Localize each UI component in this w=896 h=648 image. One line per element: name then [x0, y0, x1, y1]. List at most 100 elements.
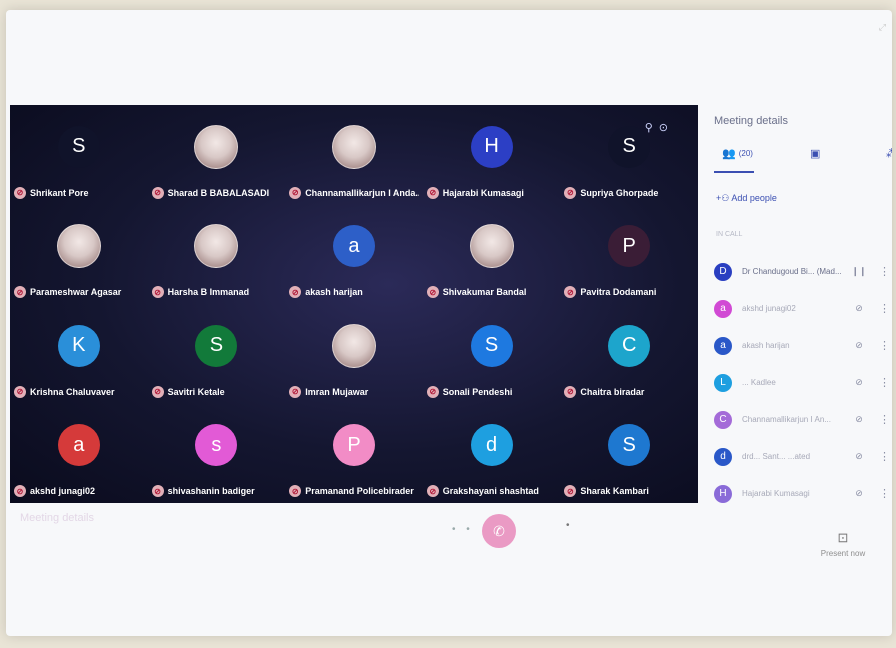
participant-tile[interactable]: a ⊘ akshd junagi02: [10, 404, 148, 504]
participant-nameplate: ⊘ Pramanand Policebirader: [289, 485, 419, 497]
participant-nameplate: ⊘ Savitri Ketale: [151, 385, 282, 398]
tab-activities[interactable]: ⁂: [886, 147, 892, 160]
meeting-details-panel: Meeting details 👥 (20) ▣ ⁂ +⚇ Add people…: [706, 105, 892, 515]
participant-name: Sharad B BABALASADI: [167, 187, 270, 198]
participant-tile[interactable]: a ⊘ akash harijan: [285, 205, 423, 305]
add-people-button[interactable]: +⚇ Add people: [716, 193, 777, 204]
participant-list-name: ... Kadlee: [742, 378, 776, 387]
mic-muted-icon: ⊘: [289, 385, 302, 398]
panel-title: Meeting details: [714, 115, 788, 127]
participant-row[interactable]: H Hajarabi Kumasagi ⊘ ⋮: [714, 475, 892, 512]
participant-avatar: d: [470, 424, 513, 467]
activities-icon: ⁂: [886, 147, 892, 160]
collapse-icon[interactable]: ⤢: [879, 22, 886, 33]
participant-tile[interactable]: S ⊘ Sharak Kambari: [560, 404, 698, 504]
participant-name: Harsha B Immanad: [167, 287, 250, 297]
pin-icon[interactable]: ⚲: [645, 121, 653, 134]
participant-nameplate: ⊘ Pavitra Dodamani: [564, 286, 694, 298]
participant-name: Chaitra biradar: [580, 386, 645, 397]
participant-nameplate: ⊘ Parameshwar Agasar: [14, 286, 144, 298]
participant-row[interactable]: d drd... Sant... ...ated ⊘ ⋮: [714, 438, 892, 475]
participant-tile[interactable]: ⊘ Parameshwar Agasar: [10, 205, 148, 305]
participant-list-name: akash harijan: [742, 341, 790, 350]
participant-name: shivashanin badiger: [167, 486, 255, 496]
more-options-icon[interactable]: ⋮: [879, 302, 890, 315]
more-icon[interactable]: ⊙: [659, 121, 668, 134]
more-options-icon[interactable]: ⋮: [879, 450, 890, 463]
mic-muted-icon: ⊘: [855, 340, 863, 350]
participant-name: Krishna Chaluvaver: [30, 386, 115, 397]
participant-photo: [331, 124, 376, 169]
participant-list-name: drd... Sant... ...ated: [742, 452, 811, 461]
mic-muted-icon: ⊘: [289, 186, 302, 199]
participant-nameplate: ⊘ Channamallikarjun I Anda...: [289, 186, 419, 199]
participant-tile[interactable]: C ⊘ Chaitra biradar: [560, 304, 698, 404]
participant-photo: [469, 224, 514, 269]
more-options-icon[interactable]: ⋮: [879, 265, 890, 278]
participant-nameplate: ⊘ Sharad B BABALASADI: [151, 186, 282, 199]
participant-row[interactable]: a akash harijan ⊘ ⋮: [714, 327, 892, 364]
present-now-button[interactable]: ⊡ Present now: [814, 530, 872, 558]
panel-tabs: 👥 (20) ▣ ⁂: [714, 147, 892, 177]
more-options-dot[interactable]: •: [566, 520, 570, 531]
participant-name: Shivakumar Bandal: [442, 287, 527, 297]
mic-muted-icon: ⊘: [151, 385, 164, 398]
participant-tile[interactable]: P ⊘ Pramanand Policebirader: [285, 404, 423, 504]
present-screen-icon: ⊡: [837, 530, 849, 545]
participant-list: D Dr Chandugoud Bi... (Mad... ❙❙ ⋮ a akshd ju…: [714, 253, 892, 512]
mic-muted-icon: ⊘: [426, 385, 439, 398]
participant-tile[interactable]: K ⊘ Krishna Chaluvaver: [10, 304, 148, 404]
participant-avatar: P: [332, 424, 375, 467]
participant-name: Parameshwar Agasar: [30, 287, 122, 297]
participant-name: Savitri Ketale: [167, 386, 225, 397]
more-options-icon[interactable]: ⋮: [879, 376, 890, 389]
participant-tile[interactable]: ⊘ Shivakumar Bandal: [423, 205, 561, 305]
participant-tile[interactable]: ⊘ Channamallikarjun I Anda...: [285, 105, 423, 205]
participant-tile[interactable]: S ⚲ ⊙ ⊘ Supriya Ghorpade: [560, 105, 698, 205]
mic-muted-icon: ⊘: [14, 485, 26, 497]
participant-tile[interactable]: H ⊘ Hajarabi Kumasagi: [423, 105, 561, 205]
participant-tile[interactable]: d ⊘ Grakshayani shashtad: [423, 404, 561, 504]
participant-tile[interactable]: S ⊘ Shrikant Pore: [10, 105, 148, 205]
participant-tile[interactable]: s ⊘ shivashanin badiger: [148, 404, 286, 504]
people-count: (20): [738, 149, 753, 158]
participant-list-avatar: D: [714, 262, 732, 281]
participant-list-name: Hajarabi Kumasagi: [742, 489, 810, 498]
mic-muted-icon: ⊘: [855, 414, 863, 424]
more-options-icon[interactable]: ⋮: [879, 487, 890, 500]
participant-row[interactable]: L ... Kadlee ⊘ ⋮: [714, 364, 892, 401]
participant-name: Pavitra Dodamani: [580, 287, 657, 297]
active-tab-indicator: [714, 171, 754, 173]
participant-avatar: a: [332, 225, 375, 268]
participant-list-avatar: a: [714, 336, 732, 355]
mic-muted-icon: ⊘: [855, 303, 863, 313]
participant-nameplate: ⊘ Sonali Pendeshi: [426, 385, 557, 398]
participant-row[interactable]: D Dr Chandugoud Bi... (Mad... ❙❙ ⋮: [714, 253, 892, 290]
meeting-details-link[interactable]: Meeting details: [20, 512, 94, 524]
participant-list-avatar: L: [714, 373, 732, 392]
more-options-icon[interactable]: ⋮: [879, 413, 890, 426]
present-now-label: Present now: [820, 549, 866, 558]
end-call-button[interactable]: ✆: [482, 514, 516, 548]
participant-avatar: P: [608, 225, 651, 268]
participant-tile[interactable]: P ⊘ Pavitra Dodamani: [560, 205, 698, 305]
participant-tile[interactable]: ⊘ Imran Mujawar: [285, 304, 423, 404]
participant-tile[interactable]: S ⊘ Sonali Pendeshi: [423, 304, 561, 404]
participant-nameplate: ⊘ shivashanin badiger: [151, 485, 282, 497]
more-options-icon[interactable]: ⋮: [879, 339, 890, 352]
participant-list-avatar: C: [714, 410, 732, 429]
chat-icon: ▣: [810, 148, 821, 160]
participant-row[interactable]: a akshd junagi02 ⊘ ⋮: [714, 290, 892, 327]
participant-tile[interactable]: ⊘ Harsha B Immanad: [148, 205, 286, 305]
tab-chat[interactable]: ▣: [810, 147, 820, 160]
participant-name: Sharak Kambari: [580, 486, 649, 496]
participant-nameplate: ⊘ Supriya Ghorpade: [564, 186, 694, 199]
add-people-label: Add people: [731, 193, 777, 203]
participant-row[interactable]: C Channamallikarjun I An... ⊘ ⋮: [714, 401, 892, 438]
participant-avatar: S: [57, 125, 100, 168]
participant-nameplate: ⊘ Shivakumar Bandal: [426, 286, 557, 298]
tab-people[interactable]: 👥 (20): [722, 147, 753, 160]
participant-tile[interactable]: ⊘ Sharad B BABALASADI: [148, 105, 286, 205]
participant-tile[interactable]: S ⊘ Savitri Ketale: [148, 304, 286, 404]
participant-name: Grakshayani shashtad: [442, 486, 539, 496]
